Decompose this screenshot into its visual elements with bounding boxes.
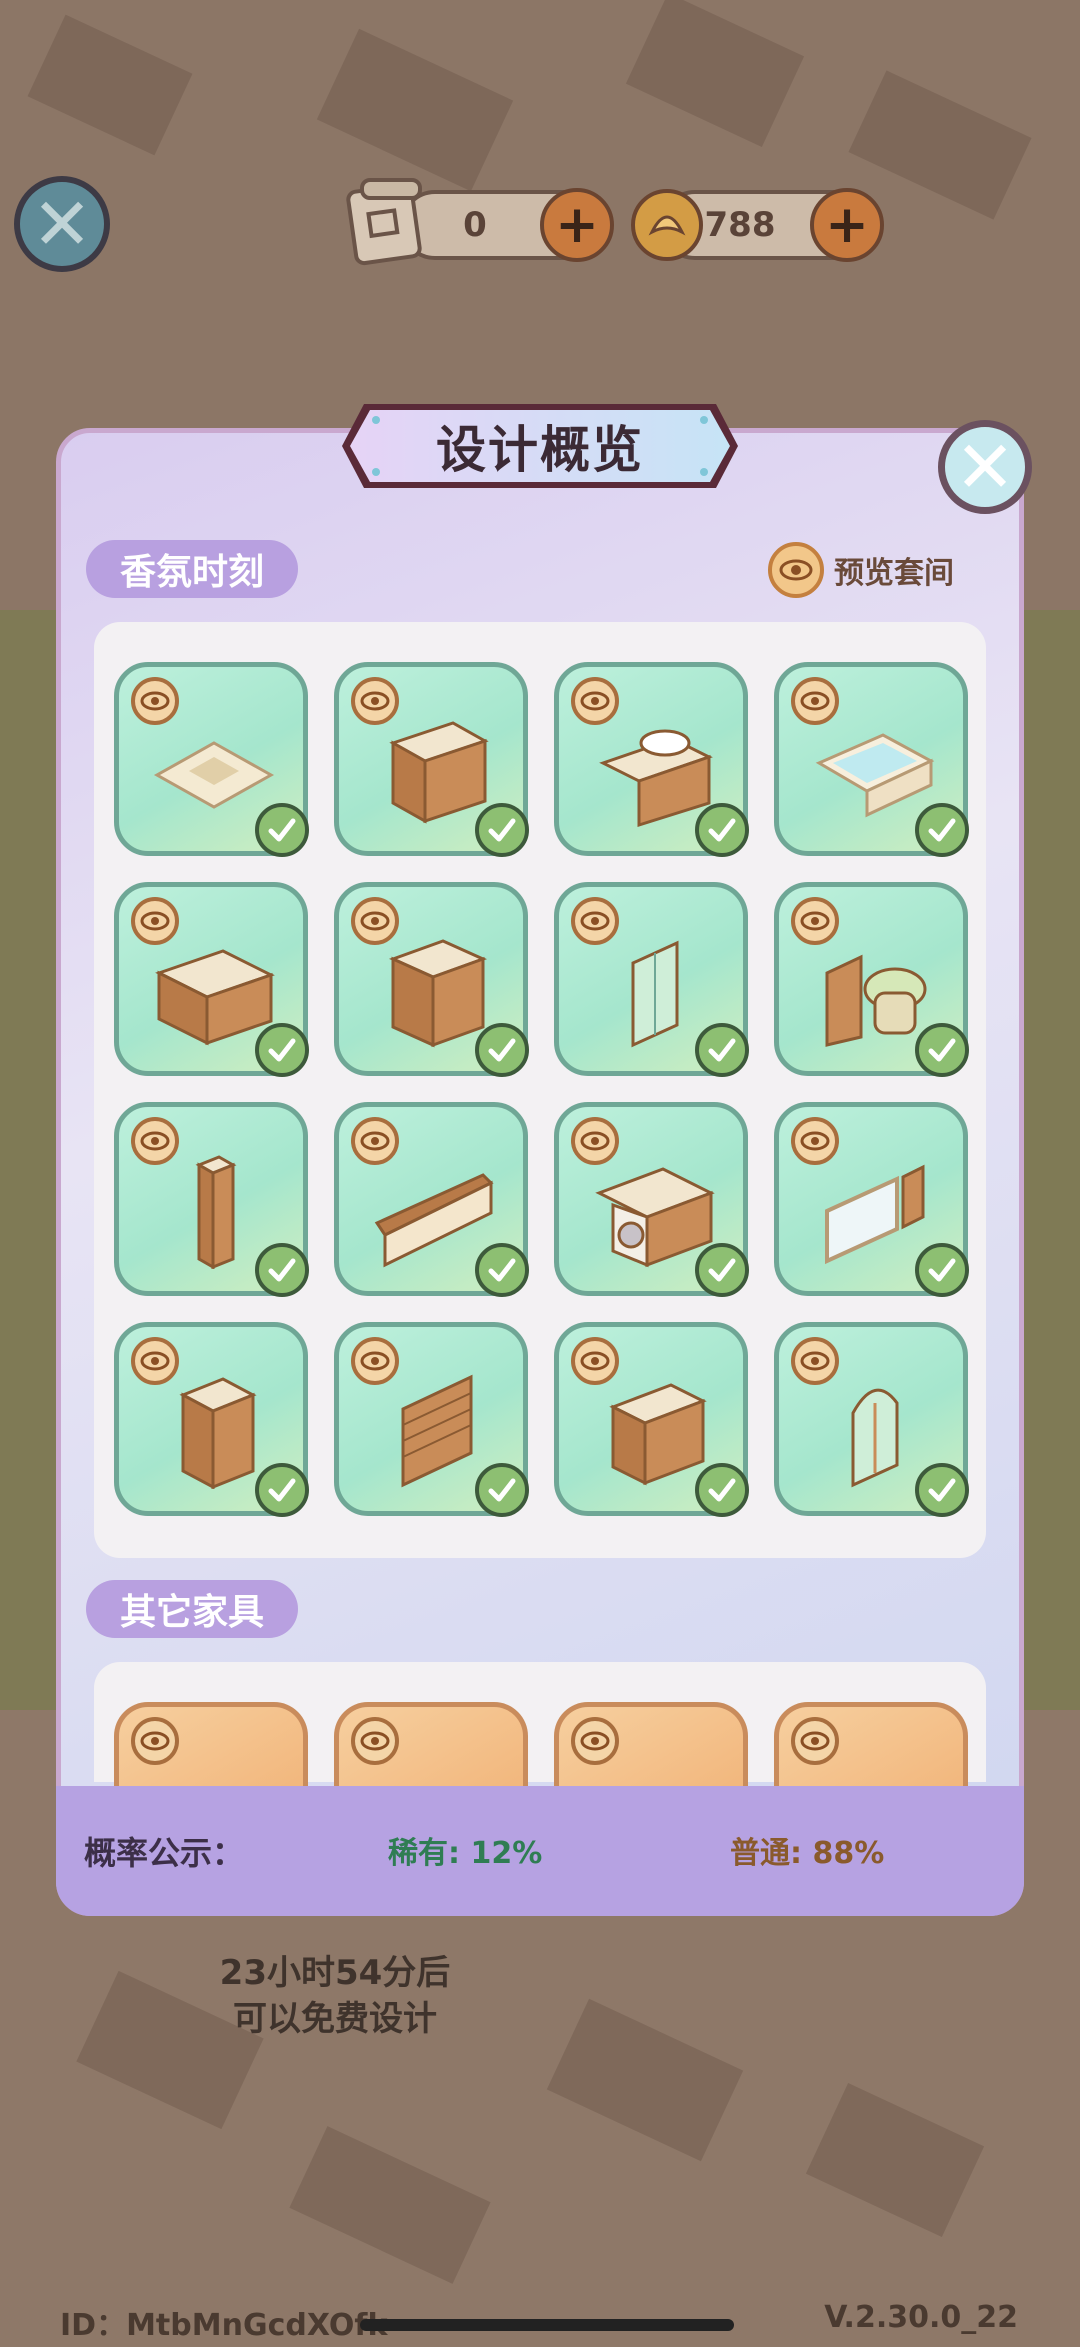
- add-ticket-button[interactable]: +: [540, 188, 614, 262]
- owned-check-icon: [915, 803, 969, 857]
- close-icon: ✕: [31, 182, 93, 266]
- sink-vanity-icon: [599, 729, 713, 828]
- free-design-line: 23小时54分后: [219, 1953, 451, 1993]
- item-tile-low-cabinet[interactable]: [114, 882, 309, 1077]
- eye-icon[interactable]: [351, 1717, 399, 1765]
- window-blind-icon: [401, 1374, 473, 1488]
- display-cabinet-icon: [179, 1377, 257, 1489]
- item-tile-other[interactable]: [774, 1702, 968, 1786]
- owned-check-icon: [255, 1463, 309, 1517]
- item-tile-other[interactable]: [114, 1702, 308, 1786]
- item-tile-other[interactable]: [554, 1702, 748, 1786]
- owned-check-icon: [695, 1023, 749, 1077]
- add-coin-button[interactable]: +: [810, 188, 884, 262]
- section-tag-other-furniture: 其它家具: [86, 1580, 299, 1638]
- glass-partition-icon: [631, 940, 679, 1048]
- preview-suite-label: 预览套间: [834, 556, 954, 591]
- eye-icon[interactable]: [791, 1717, 839, 1765]
- free-design-timer: 23小时54分后 可以免费设计: [180, 1950, 490, 2042]
- shelf-cabinet-icon: [389, 939, 487, 1048]
- item-tile-shelf-cabinet[interactable]: [334, 882, 529, 1077]
- plus-icon: +: [825, 195, 869, 255]
- item-tile-sink[interactable]: [554, 662, 749, 857]
- toilet-icon: [825, 954, 927, 1047]
- item-tile-glass-partition[interactable]: [554, 882, 749, 1077]
- item-tile-other[interactable]: [334, 1702, 528, 1786]
- shower-icon: [851, 1388, 899, 1488]
- close-icon: ✕: [954, 425, 1016, 509]
- section-tag-aroma: 香氛时刻: [86, 540, 299, 598]
- owned-check-icon: [695, 1463, 749, 1517]
- owned-check-icon: [475, 1023, 529, 1077]
- washing-machine-icon: [595, 1167, 715, 1268]
- modal-title-wrapper: 设计概览: [340, 398, 740, 494]
- free-design-line: 可以免费设计: [233, 1999, 437, 2039]
- item-tile-toilet[interactable]: [774, 882, 969, 1077]
- owned-check-icon: [255, 1243, 309, 1297]
- preview-suite-button[interactable]: 预览套间: [768, 538, 954, 602]
- owned-check-icon: [255, 1023, 309, 1077]
- scroll-ticket-icon: [346, 178, 422, 266]
- owned-check-icon: [475, 1243, 529, 1297]
- low-cabinet-icon: [155, 949, 275, 1046]
- owned-check-icon: [695, 803, 749, 857]
- owned-check-icon: [915, 1463, 969, 1517]
- ticket-counter: 0 +: [400, 188, 614, 262]
- bathtub-icon: [815, 733, 935, 818]
- probability-label: 概率公示：: [84, 1834, 245, 1872]
- item-tile-display-cabinet[interactable]: [114, 1322, 309, 1517]
- eye-icon: [768, 542, 824, 598]
- owned-check-icon: [475, 803, 529, 857]
- close-modal-button[interactable]: ✕: [938, 420, 1032, 514]
- owned-check-icon: [695, 1243, 749, 1297]
- floor-tile-icon: [153, 741, 275, 809]
- eye-icon[interactable]: [571, 1717, 619, 1765]
- item-tile-window-blind[interactable]: [334, 1322, 529, 1517]
- owned-check-icon: [255, 803, 309, 857]
- version-label: V.2.30.0_22: [824, 2300, 1018, 2335]
- close-button[interactable]: ✕: [14, 176, 110, 272]
- plus-icon: +: [555, 195, 599, 255]
- eye-icon[interactable]: [131, 1717, 179, 1765]
- item-tile-shower[interactable]: [774, 1322, 969, 1517]
- item-tile-wall-panel[interactable]: [334, 1102, 529, 1297]
- owned-check-icon: [915, 1243, 969, 1297]
- wall-panel-icon: [374, 1173, 494, 1268]
- modal-title: 设计概览: [436, 421, 644, 479]
- tall-shelf-icon: [195, 1155, 237, 1269]
- item-tile-floor[interactable]: [114, 662, 309, 857]
- cabinet-icon: [389, 721, 489, 824]
- leaf-coin-icon: [631, 189, 703, 261]
- bath-shelf-icon: [609, 1383, 707, 1486]
- item-tile-tall-shelf[interactable]: [114, 1102, 309, 1297]
- mirror-icon: [825, 1164, 925, 1265]
- home-indicator[interactable]: [360, 2319, 734, 2331]
- owned-check-icon: [475, 1463, 529, 1517]
- owned-check-icon: [915, 1023, 969, 1077]
- probability-common: 普通: 88%: [730, 1836, 885, 1871]
- item-tile-bathtub[interactable]: [774, 662, 969, 857]
- player-id: ID：MtbMnGcdXOfk: [60, 2308, 388, 2343]
- probability-rare: 稀有: 12%: [388, 1836, 543, 1871]
- item-tile-cabinet[interactable]: [334, 662, 529, 857]
- item-tile-mirror[interactable]: [774, 1102, 969, 1297]
- item-tile-bath-shelf[interactable]: [554, 1322, 749, 1517]
- item-tile-washing-machine[interactable]: [554, 1102, 749, 1297]
